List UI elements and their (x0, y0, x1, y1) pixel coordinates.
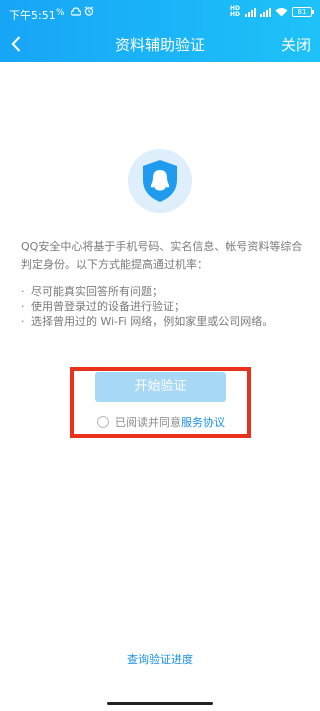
wifi-icon (275, 8, 288, 17)
penguin-shield-icon (143, 160, 177, 202)
battery-icon: 81 (292, 7, 314, 17)
agreement-row: 已阅读并同意 服务协议 (97, 414, 225, 430)
agreement-checkbox[interactable] (97, 416, 109, 428)
check-progress-link[interactable]: 查询验证进度 (0, 651, 320, 667)
verification-description: QQ安全中心将基于手机号码、实名信息、帐号资料等综合判定身份。以下方式能提高通过… (21, 240, 303, 271)
close-button[interactable]: 关闭 (281, 34, 311, 55)
header-bar: 下午5:51 % HD HD 81 资料辅助验证 关闭 (0, 0, 320, 62)
start-verification-button[interactable]: 开始验证 (95, 372, 226, 402)
tips-list: 尽可能真实回答所有问题； 使用曾登录过的设备进行验证； 选择曾用过的 Wi-Fi… (21, 284, 311, 329)
status-time: 下午5:51 (9, 9, 56, 22)
security-shield-badge (128, 149, 192, 213)
cloud-icon (71, 6, 81, 16)
hd-icon: HD HD (229, 5, 240, 18)
svg-text:%: % (56, 8, 65, 16)
status-bar: 下午5:51 % HD HD 81 (0, 0, 320, 26)
tip-item: 使用曾登录过的设备进行验证； (21, 299, 311, 314)
tip-item: 尽可能真实回答所有问题； (21, 284, 311, 299)
signal-icon (245, 7, 256, 17)
navigation-bar: 资料辅助验证 关闭 (0, 28, 320, 60)
alarm-clock-icon (84, 6, 94, 16)
slash-clock-icon: % (56, 8, 65, 16)
signal-icon-2 (260, 7, 271, 17)
service-agreement-link[interactable]: 服务协议 (181, 414, 225, 430)
status-notification-icons: % (56, 6, 94, 16)
home-indicator[interactable] (107, 702, 213, 705)
page-title: 资料辅助验证 (114, 36, 205, 54)
status-system-icons: HD HD 81 (229, 5, 314, 18)
agreement-text: 已阅读并同意 (115, 416, 181, 429)
tip-item: 选择曾用过的 Wi-Fi 网络，例如家里或公司网络。 (21, 314, 311, 329)
